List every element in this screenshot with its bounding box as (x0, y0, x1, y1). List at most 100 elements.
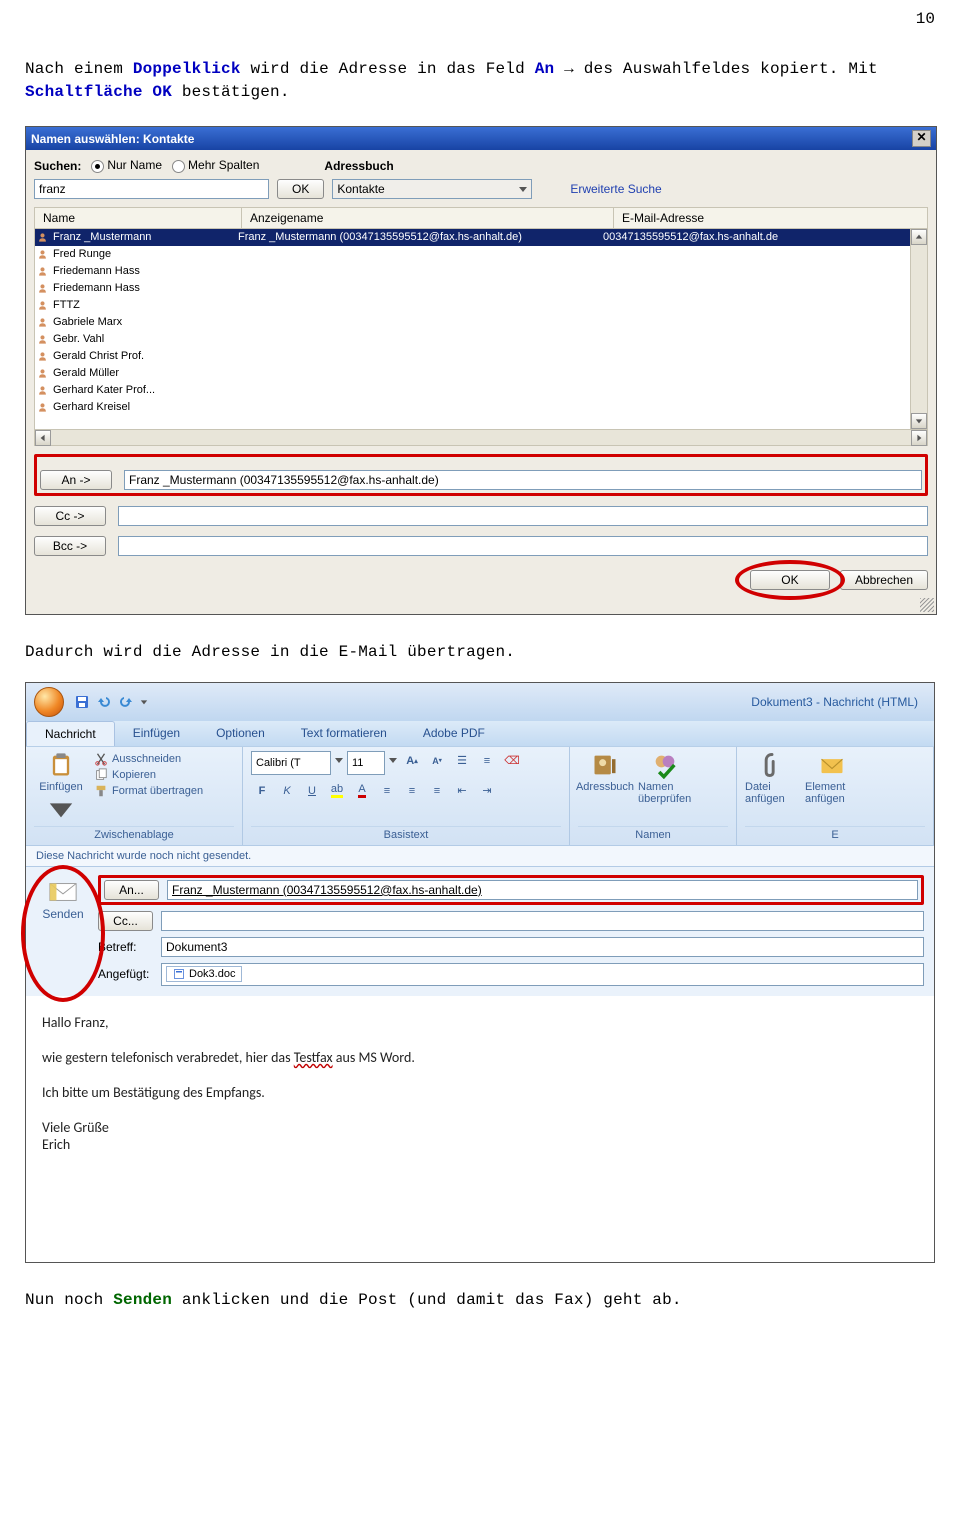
person-icon (35, 402, 49, 413)
tab-adobe-pdf[interactable]: Adobe PDF (405, 721, 503, 746)
addressbook-combo[interactable] (332, 179, 532, 199)
list-item[interactable]: Franz _MustermannFranz _Mustermann (0034… (35, 229, 927, 246)
list-item[interactable]: Gerhard Kater Prof... (35, 382, 927, 399)
indent-inc-icon[interactable]: ⇥ (476, 781, 498, 801)
fontsize-combo[interactable] (347, 751, 385, 775)
contacts-list[interactable]: Franz _MustermannFranz _Mustermann (0034… (34, 228, 928, 430)
compose-titlebar: Dokument3 - Nachricht (HTML) (26, 683, 934, 721)
scroll-left-icon[interactable] (35, 430, 51, 446)
person-icon (35, 232, 49, 243)
dialog-title: Namen auswählen: Kontakte (31, 132, 194, 146)
underline-icon[interactable]: U (301, 781, 323, 801)
radio-nur-name[interactable]: Nur Name (91, 158, 162, 172)
cc-field[interactable] (118, 506, 928, 526)
list-item[interactable]: Gerhard Kreisel (35, 399, 927, 416)
group-namen-label: Namen (578, 826, 728, 843)
tab-optionen[interactable]: Optionen (198, 721, 283, 746)
list-item[interactable]: Fred Runge (35, 246, 927, 263)
chevron-down-icon[interactable] (388, 751, 398, 769)
align-left-icon[interactable]: ≡ (376, 781, 398, 801)
bcc-button[interactable]: Bcc -> (34, 536, 106, 556)
check-names-button[interactable]: Namen überprüfen (638, 751, 692, 805)
indent-dec-icon[interactable]: ⇤ (451, 781, 473, 801)
redo-icon[interactable] (118, 694, 134, 710)
paragraph-3: Nun noch Senden anklicken und die Post (… (25, 1289, 935, 1312)
message-body[interactable]: Hallo Franz, wie gestern telefonisch ver… (26, 996, 934, 1262)
format-painter-button[interactable]: Format übertragen (94, 783, 203, 799)
office-button-icon[interactable] (34, 687, 64, 717)
resize-grip-icon[interactable] (920, 598, 934, 612)
chevron-down-icon[interactable] (334, 751, 344, 769)
person-icon (35, 334, 49, 345)
italic-icon[interactable]: K (276, 781, 298, 801)
person-icon (35, 317, 49, 328)
bullets-icon[interactable]: ☰ (451, 751, 473, 771)
undo-icon[interactable] (96, 694, 112, 710)
font-combo[interactable] (251, 751, 331, 775)
search-ok-button[interactable]: OK (277, 179, 324, 199)
cc-button[interactable]: Cc -> (34, 506, 106, 526)
attach-file-button[interactable]: Datei anfügen (745, 751, 799, 805)
copy-button[interactable]: Kopieren (94, 767, 203, 783)
compose-title: Dokument3 - Nachricht (HTML) (158, 695, 926, 709)
ok-button[interactable]: OK (750, 570, 830, 590)
paragraph-2: Dadurch wird die Adresse in die E-Mail ü… (25, 641, 935, 664)
addressbook-label: Adressbuch (324, 159, 393, 173)
font-color-icon[interactable]: A (351, 781, 373, 801)
person-icon (35, 249, 49, 260)
list-item[interactable]: Gebr. Vahl (35, 331, 927, 348)
person-icon (35, 368, 49, 379)
grow-font-icon[interactable]: A▴ (401, 751, 423, 771)
list-item[interactable]: FTTZ (35, 297, 927, 314)
cut-button[interactable]: Ausschneiden (94, 751, 203, 767)
numbering-icon[interactable]: ≡ (476, 751, 498, 771)
send-button[interactable]: Senden (36, 875, 90, 927)
attach-item-button[interactable]: Element anfügen (805, 751, 859, 805)
shrink-font-icon[interactable]: A▾ (426, 751, 448, 771)
scrollbar-vertical[interactable] (910, 229, 927, 429)
align-center-icon[interactable]: ≡ (401, 781, 423, 801)
paste-button[interactable]: Einfügen (34, 751, 88, 823)
subject-field[interactable] (161, 937, 924, 957)
align-right-icon[interactable]: ≡ (426, 781, 448, 801)
close-icon[interactable]: ✕ (912, 130, 931, 147)
an-button[interactable]: An -> (40, 470, 112, 490)
attachment-chip[interactable]: Dok3.doc (166, 966, 242, 982)
qat-dropdown-icon[interactable] (140, 698, 148, 706)
compose-cc-button[interactable]: Cc... (98, 911, 153, 931)
list-item[interactable]: Gabriele Marx (35, 314, 927, 331)
attached-label: Angefügt: (98, 967, 153, 981)
clear-format-icon[interactable]: ⌫ (501, 751, 523, 771)
info-bar: Diese Nachricht wurde noch nicht gesende… (26, 845, 934, 867)
an-field[interactable] (124, 470, 922, 490)
list-item[interactable]: Friedemann Hass (35, 263, 927, 280)
person-icon (35, 266, 49, 277)
list-item[interactable]: Gerald Müller (35, 365, 927, 382)
scroll-right-icon[interactable] (911, 430, 927, 446)
group-clipboard-label: Zwischenablage (34, 826, 234, 843)
tab-nachricht[interactable]: Nachricht (26, 721, 115, 746)
radio-mehr-spalten[interactable]: Mehr Spalten (172, 158, 259, 172)
compose-header: Senden An... Cc... Betreff: (26, 867, 934, 996)
search-input[interactable] (34, 179, 269, 199)
scroll-down-icon[interactable] (911, 413, 927, 429)
bold-icon[interactable]: F (251, 781, 273, 801)
scroll-up-icon[interactable] (911, 229, 927, 245)
scrollbar-horizontal[interactable] (34, 430, 928, 446)
compose-an-field[interactable] (167, 880, 918, 900)
list-item[interactable]: Friedemann Hass (35, 280, 927, 297)
bcc-field[interactable] (118, 536, 928, 556)
compose-cc-field[interactable] (161, 911, 924, 931)
tab-text-formatieren[interactable]: Text formatieren (283, 721, 405, 746)
dialog-titlebar: Namen auswählen: Kontakte ✕ (26, 127, 936, 150)
subject-label: Betreff: (98, 940, 153, 954)
list-item[interactable]: Gerald Christ Prof. (35, 348, 927, 365)
save-icon[interactable] (74, 694, 90, 710)
highlight-icon[interactable]: ab (326, 781, 348, 801)
addressbook-button[interactable]: Adressbuch (578, 751, 632, 793)
tab-einfügen[interactable]: Einfügen (115, 721, 198, 746)
person-icon (35, 283, 49, 294)
compose-an-button[interactable]: An... (104, 880, 159, 900)
cancel-button[interactable]: Abbrechen (840, 570, 928, 590)
advanced-search-link[interactable]: Erweiterte Suche (570, 182, 661, 196)
